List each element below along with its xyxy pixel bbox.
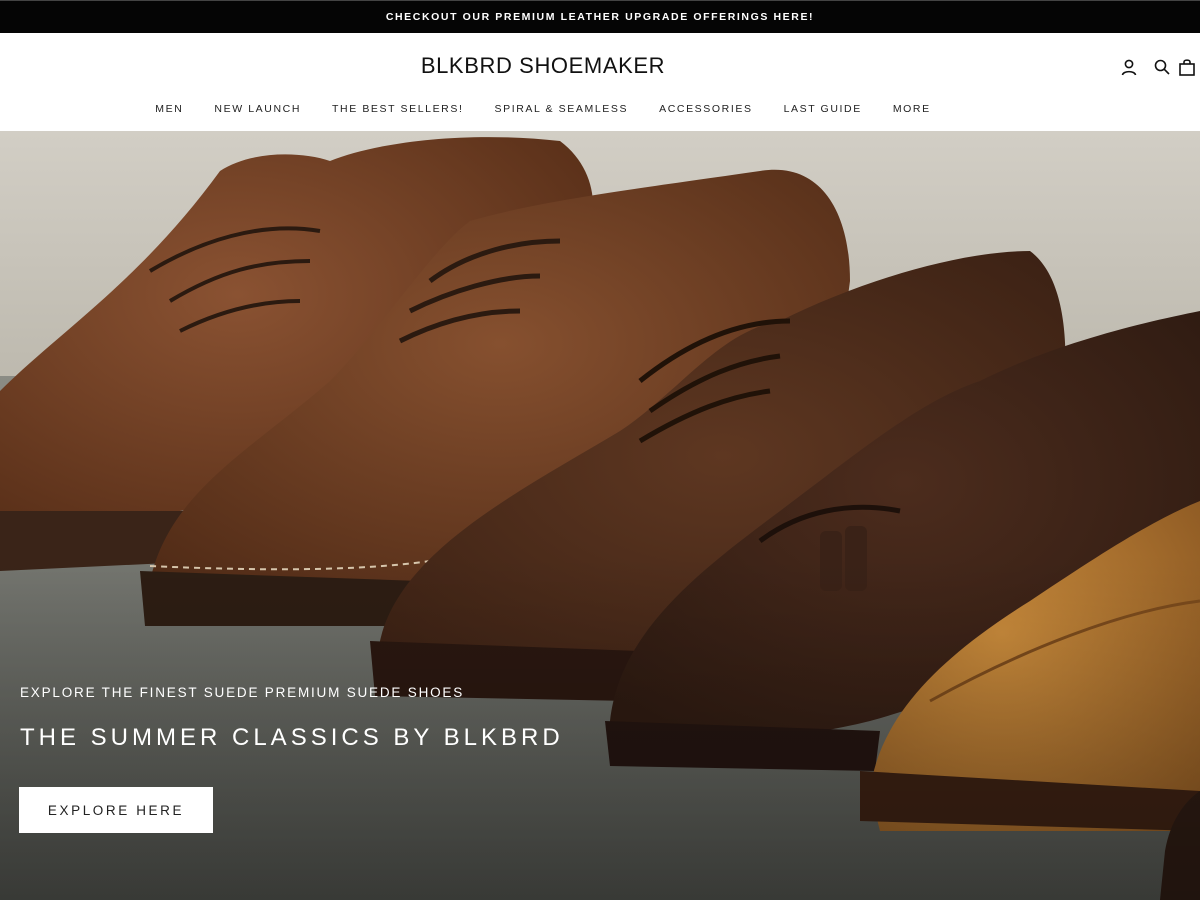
hero-title: THE SUMMER CLASSICS BY BLKBRD [20, 724, 564, 751]
hero-overlay [0, 131, 1200, 900]
nav-item-accessories[interactable]: ACCESSORIES [659, 103, 752, 115]
nav-item-best-sellers[interactable]: THE BEST SELLERS! [332, 103, 463, 115]
cart-icon[interactable] [1178, 55, 1200, 79]
nav-item-men[interactable]: MEN [155, 103, 183, 115]
hero-subtitle: EXPLORE THE FINEST SUEDE PREMIUM SUEDE S… [20, 685, 465, 700]
main-nav: MEN NEW LAUNCH THE BEST SELLERS! SPIRAL … [0, 103, 1086, 115]
account-icon[interactable] [1112, 55, 1145, 79]
nav-item-new-launch[interactable]: NEW LAUNCH [214, 103, 301, 115]
nav-item-more[interactable]: MORE [893, 103, 931, 115]
site-header: BLKBRD SHOEMAKER MEN NEW LAUNCH THE BEST… [0, 33, 1200, 131]
hero-banner[interactable]: EXPLORE THE FINEST SUEDE PREMIUM SUEDE S… [0, 131, 1200, 900]
site-logo[interactable]: BLKBRD SHOEMAKER [0, 53, 1086, 79]
announcement-text[interactable]: CHECKOUT OUR PREMIUM LEATHER UPGRADE OFF… [386, 11, 814, 23]
announcement-bar[interactable]: CHECKOUT OUR PREMIUM LEATHER UPGRADE OFF… [0, 0, 1200, 33]
nav-item-spiral-seamless[interactable]: SPIRAL & SEAMLESS [494, 103, 628, 115]
header-icons [1112, 55, 1200, 79]
explore-button[interactable]: EXPLORE HERE [19, 787, 213, 833]
nav-item-last-guide[interactable]: LAST GUIDE [784, 103, 862, 115]
search-icon[interactable] [1145, 55, 1178, 79]
